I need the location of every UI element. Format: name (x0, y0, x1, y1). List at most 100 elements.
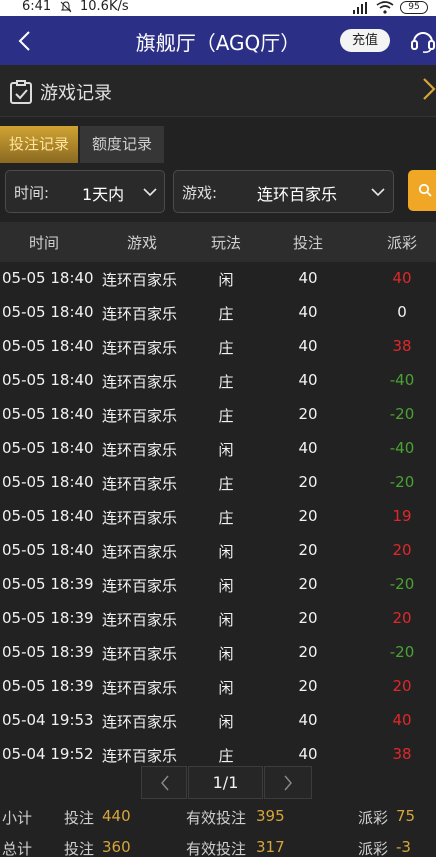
chevron-right-icon[interactable] (422, 75, 436, 103)
cell-bet: 20 (298, 609, 318, 627)
cell-payout: 38 (392, 337, 412, 355)
page-title: 游戏记录 (40, 83, 112, 104)
cell-time: 05-04 19:53 (2, 711, 94, 729)
cell-play: 闲 (218, 679, 234, 697)
recharge-button[interactable]: 充值 (340, 29, 390, 52)
cell-game: 连环百家乐 (102, 441, 178, 459)
next-page-button[interactable] (264, 766, 312, 799)
subtotal-label: 小计 (2, 809, 33, 827)
game-filter-select[interactable]: 游戏: 连环百家乐 (173, 170, 394, 213)
cell-time: 05-05 18:40 (2, 303, 94, 321)
clipboard-check-icon (10, 80, 32, 104)
cell-bet: 40 (298, 269, 318, 287)
table-row: 05-05 18:39 连环百家乐 闲 20 -20 (0, 636, 436, 670)
cell-play: 庄 (218, 373, 234, 391)
cell-game: 连环百家乐 (102, 679, 178, 697)
table-header: 时间 游戏 玩法 投注 派彩 (0, 222, 436, 262)
tab-bet-records[interactable]: 投注记录 (0, 126, 78, 163)
cell-time: 05-05 18:40 (2, 337, 94, 355)
cell-payout: -20 (389, 405, 415, 423)
cell-game: 连环百家乐 (102, 475, 178, 493)
cell-play: 庄 (218, 475, 234, 493)
time-filter-label: 时间: (14, 184, 50, 202)
column-header-time: 时间 (28, 234, 60, 252)
cell-payout: 20 (392, 677, 412, 695)
time-filter-value: 1天内 (82, 185, 125, 204)
cell-bet: 40 (298, 371, 318, 389)
search-icon (418, 183, 432, 197)
cell-time: 05-05 18:40 (2, 269, 94, 287)
table-row: 05-04 19:53 连环百家乐 闲 40 40 (0, 704, 436, 738)
page-indicator: 1/1 (188, 766, 263, 799)
total-label: 总计 (2, 840, 33, 857)
chevron-right-icon (284, 775, 292, 791)
column-header-payout: 派彩 (386, 234, 418, 252)
cell-play: 闲 (218, 441, 234, 459)
cell-time: 05-05 18:39 (2, 677, 94, 695)
time-filter-select[interactable]: 时间: 1天内 (5, 170, 165, 213)
column-header-game: 游戏 (126, 234, 158, 252)
cell-bet: 40 (298, 745, 318, 763)
tab-credit-records[interactable]: 额度记录 (80, 126, 164, 163)
cell-bet: 20 (298, 677, 318, 695)
table-row: 05-05 18:40 连环百家乐 庄 40 -40 (0, 364, 436, 398)
cell-payout: 19 (392, 507, 412, 525)
cell-bet: 20 (298, 507, 318, 525)
cell-time: 05-05 18:40 (2, 439, 94, 457)
cell-bet: 40 (298, 303, 318, 321)
cell-game: 连环百家乐 (102, 747, 178, 765)
cell-time: 05-05 18:39 (2, 609, 94, 627)
total-row: 总计 投注 360 有效投注 317 派彩 -3 (0, 834, 436, 857)
cell-time: 05-04 19:52 (2, 745, 94, 763)
cell-time: 05-05 18:39 (2, 643, 94, 661)
cell-play: 庄 (218, 407, 234, 425)
cell-play: 闲 (218, 271, 234, 289)
cell-game: 连环百家乐 (102, 645, 178, 663)
cell-game: 连环百家乐 (102, 271, 178, 289)
app-header: 旗舰厅（AGQ厅） 充值 (0, 16, 436, 65)
cell-play: 庄 (218, 509, 234, 527)
cell-time: 05-05 18:40 (2, 473, 94, 491)
table-row: 05-05 18:39 连环百家乐 闲 20 20 (0, 670, 436, 704)
cell-time: 05-05 18:40 (2, 507, 94, 525)
prev-page-button[interactable] (141, 766, 187, 799)
cell-bet: 20 (298, 575, 318, 593)
cell-payout: -40 (389, 371, 415, 389)
cell-payout: -20 (389, 575, 415, 593)
cell-play: 闲 (218, 713, 234, 731)
search-button[interactable] (408, 170, 436, 211)
cell-payout: -20 (389, 643, 415, 661)
cell-game: 连环百家乐 (102, 509, 178, 527)
cell-bet: 40 (298, 711, 318, 729)
cell-play: 闲 (218, 611, 234, 629)
cell-time: 05-05 18:40 (2, 405, 94, 423)
bell-muted-icon (60, 1, 72, 13)
signal-icon (353, 2, 367, 14)
cell-payout: -40 (389, 439, 415, 457)
chevron-left-icon (161, 775, 169, 791)
total-valid-value: 317 (256, 838, 285, 856)
table-row: 05-05 18:40 连环百家乐 闲 20 20 (0, 534, 436, 568)
subtotal-bet-label: 投注 (64, 809, 95, 827)
status-bar: 6:41 10.6K/s 95 (0, 0, 436, 16)
cell-bet: 20 (298, 405, 318, 423)
cell-play: 闲 (218, 577, 234, 595)
chevron-down-icon (371, 188, 385, 197)
chevron-down-icon (143, 188, 157, 197)
table-row: 05-05 18:40 连环百家乐 庄 20 -20 (0, 466, 436, 500)
table-row: 05-05 18:39 连环百家乐 闲 20 20 (0, 602, 436, 636)
total-bet-value: 360 (102, 838, 131, 856)
cell-bet: 20 (298, 541, 318, 559)
cell-game: 连环百家乐 (102, 305, 178, 323)
table-row: 05-05 18:40 连环百家乐 庄 40 0 (0, 296, 436, 330)
game-filter-value: 连环百家乐 (257, 185, 338, 204)
subtotal-payout-label: 派彩 (358, 809, 389, 827)
cell-time: 05-05 18:40 (2, 371, 94, 389)
network-speed: 10.6K/s (80, 0, 129, 14)
cell-game: 连环百家乐 (102, 713, 178, 731)
customer-service-icon[interactable] (410, 28, 436, 54)
cell-play: 庄 (218, 747, 234, 765)
cell-payout: 0 (397, 303, 407, 321)
cell-play: 闲 (218, 543, 234, 561)
cell-bet: 40 (298, 337, 318, 355)
